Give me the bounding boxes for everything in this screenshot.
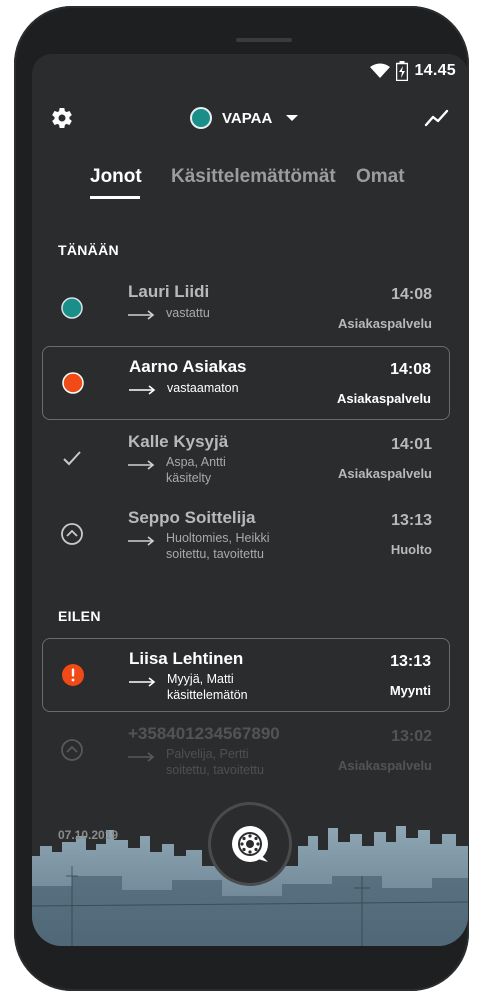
dial-icon	[232, 826, 268, 862]
call-status: vastattu	[166, 306, 210, 320]
availability-label: VAPAA	[222, 109, 273, 127]
tab-kasittelemattomat[interactable]: Käsittelemättömät	[171, 166, 336, 188]
call-state: soitettu, tavoitettu	[166, 763, 264, 777]
call-department: Asiakaspalvelu	[338, 466, 432, 481]
call-state: käsitelty	[166, 471, 212, 485]
call-row[interactable]: Lauri Liidi vastattu 14:08 Asiakaspalvel…	[42, 272, 450, 346]
call-time: 13:13	[390, 653, 431, 670]
caller-name: Aarno Asiakas	[129, 357, 247, 376]
tab-jonot[interactable]: Jonot	[90, 166, 142, 188]
caller-name: Liisa Lehtinen	[129, 649, 244, 668]
call-time: 13:13	[391, 512, 432, 529]
footer-date: 07.10.2019	[58, 828, 119, 842]
caller-name: Lauri Liidi	[128, 282, 210, 301]
clock: 14.45	[414, 62, 456, 79]
call-row-selected[interactable]: Liisa Lehtinen Myyjä, Matti käsittelemät…	[42, 638, 450, 712]
arrow-right-icon	[128, 536, 155, 546]
call-row[interactable]: +358401234567890 Palvelija, Pertti soite…	[42, 714, 450, 788]
trend-icon[interactable]	[424, 108, 450, 128]
tab-omat[interactable]: Omat	[356, 166, 405, 188]
status-dot-orange-icon	[62, 372, 84, 394]
call-row-selected[interactable]: Aarno Asiakas vastaamaton 14:08 Asiakasp…	[42, 346, 450, 420]
speaker-grille	[236, 38, 292, 42]
arrow-right-icon	[128, 460, 155, 470]
availability-dropdown[interactable]: VAPAA	[190, 102, 299, 134]
caller-name: Kalle Kysyjä	[128, 432, 229, 451]
top-bar: VAPAA	[32, 100, 468, 140]
call-department: Asiakaspalvelu	[337, 391, 431, 406]
battery-icon	[396, 61, 409, 81]
call-row[interactable]: Seppo Soittelija Huoltomies, Heikki soit…	[42, 498, 450, 572]
call-status: Huoltomies, Heikki soitettu, tavoitettu	[166, 530, 270, 562]
call-row[interactable]: Kalle Kysyjä Aspa, Antti käsitelty 14:01…	[42, 422, 450, 496]
call-agent: Huoltomies, Heikki	[166, 531, 270, 545]
call-time: 14:08	[391, 286, 432, 303]
arrow-right-icon	[129, 385, 156, 395]
call-status: vastaamaton	[167, 381, 239, 395]
status-dot-teal-icon	[61, 297, 83, 319]
alert-icon	[62, 664, 84, 686]
dial-fab-button[interactable]	[208, 802, 292, 886]
arrow-right-icon	[129, 677, 156, 687]
availability-dot-icon	[190, 107, 212, 129]
call-state: käsittelemätön	[167, 688, 248, 702]
chevron-down-icon	[286, 115, 299, 121]
chevron-up-circle-icon	[61, 739, 83, 761]
wifi-icon	[370, 63, 391, 78]
caller-name: Seppo Soittelija	[128, 508, 256, 527]
call-department: Myynti	[389, 683, 431, 698]
call-status: Myyjä, Matti käsittelemätön	[167, 671, 248, 703]
app-screen: 14.45 VAPAA Jonot Käsittelemättömät Omat…	[32, 54, 468, 946]
caller-name: +358401234567890	[128, 724, 280, 743]
call-status: Palvelija, Pertti soitettu, tavoitettu	[166, 746, 264, 778]
active-tab-indicator	[90, 196, 140, 199]
call-department: Asiakaspalvelu	[338, 316, 432, 331]
gear-icon[interactable]	[50, 106, 74, 130]
call-department: Asiakaspalvelu	[338, 758, 432, 773]
chevron-up-circle-icon	[61, 523, 83, 545]
call-agent: Palvelija, Pertti	[166, 747, 249, 761]
arrow-right-icon	[128, 310, 155, 320]
section-yesterday-heading: EILEN	[58, 608, 101, 624]
arrow-right-icon	[128, 752, 155, 762]
call-agent: Aspa, Antti	[166, 455, 226, 469]
call-time: 13:02	[391, 728, 432, 745]
status-bar: 14.45	[370, 60, 456, 82]
tab-bar: Jonot Käsittelemättömät Omat	[32, 166, 468, 202]
call-department: Huolto	[390, 542, 432, 557]
call-time: 14:01	[391, 436, 432, 453]
call-time: 14:08	[390, 361, 431, 378]
call-state: soitettu, tavoitettu	[166, 547, 264, 561]
call-status: Aspa, Antti käsitelty	[166, 454, 226, 486]
checkmark-icon	[63, 451, 81, 466]
call-agent: Myyjä, Matti	[167, 672, 234, 686]
section-today-heading: TÄNÄÄN	[58, 242, 119, 258]
